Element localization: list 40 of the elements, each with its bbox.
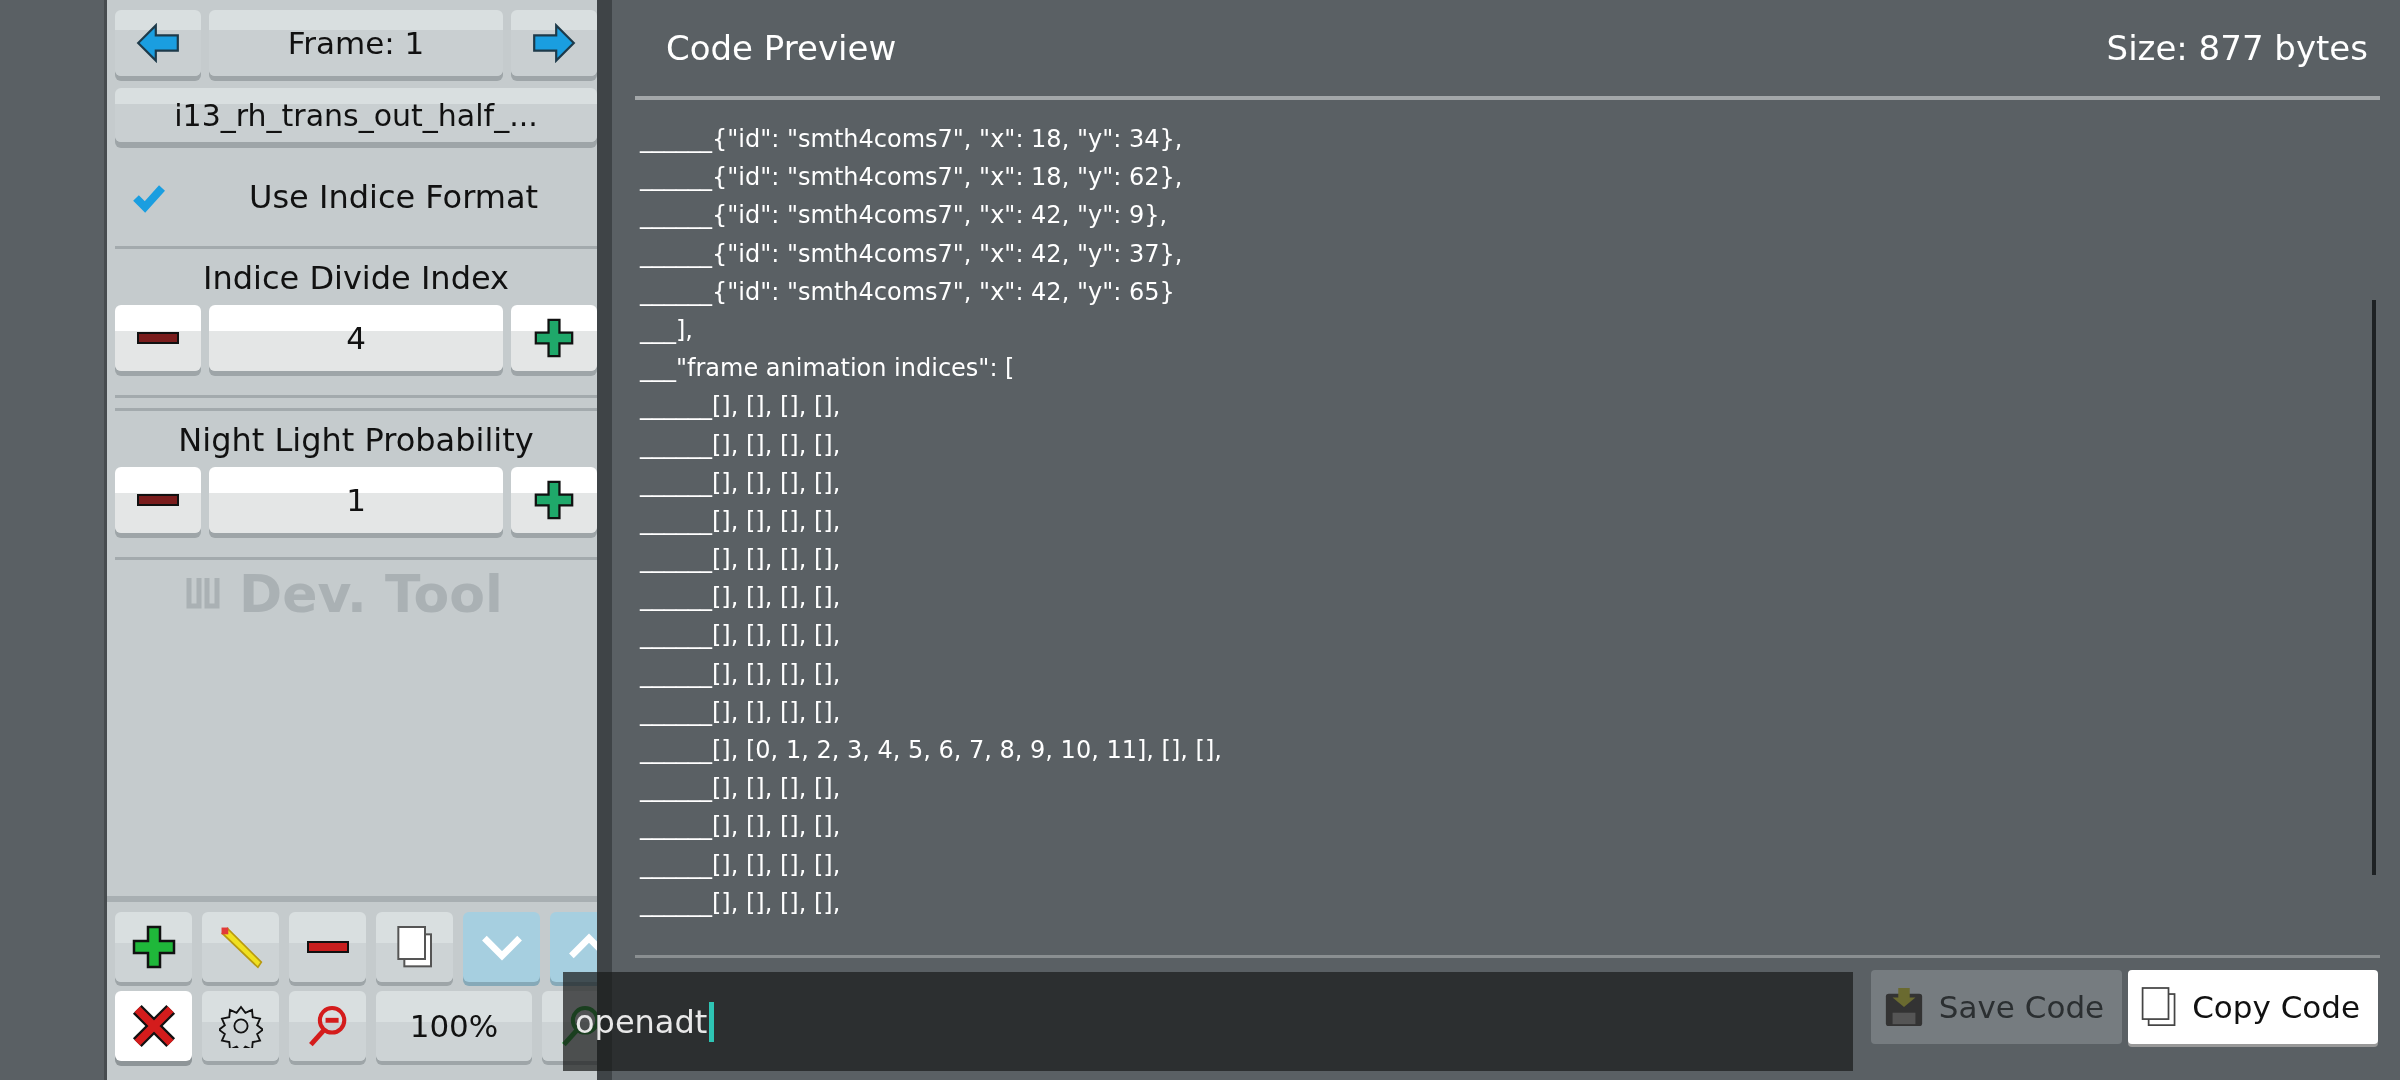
code-line: ______{"id": "smth4coms7", "x": 42, "y": 37}, [640, 238, 1184, 270]
plus-icon [534, 318, 574, 358]
copy-code-button[interactable]: Copy Code [2128, 970, 2378, 1044]
code-line: ______[], [0, 1, 2, 3, 4, 5, 6, 7, 8, 9, 10, 11], [], [], [640, 735, 1223, 766]
code-line: ___"frame animation indices": [ [640, 353, 1016, 385]
code-line: ______[], [], [], [], [640, 620, 842, 652]
code-line: ______{"id": "smth4coms7", "x": 18, "y": 62}, [640, 162, 1184, 194]
code-line: ______[], [], [], [], [640, 849, 842, 881]
code-line: ______[], [], [], [], [640, 544, 842, 576]
stepper-label: Indice Divide Index [202, 259, 510, 297]
scrollbar[interactable] [2372, 300, 2376, 875]
size-label: Size: 877 bytes [2106, 28, 2368, 68]
code-line: ______{"id": "smth4coms7", "x": 42, "y": 9}, [640, 200, 1169, 232]
code-line: ______[], [], [], [], [640, 887, 842, 919]
code-line: ______[], [], [], [], [640, 391, 842, 423]
code-line: ______[], [], [], [], [640, 696, 842, 728]
plus-icon [131, 925, 176, 969]
code-line: ______[], [], [], [], [640, 429, 842, 461]
code-line: ______[], [], [], [], [640, 582, 842, 614]
code-line: ______[], [], [], [], [640, 467, 842, 499]
close-icon [131, 1004, 176, 1048]
arrow-right-icon [532, 23, 576, 63]
code-line: ______[], [], [], [], [640, 658, 842, 690]
code-line: ______{"id": "smth4coms7", "x": 42, "y": 65} [640, 276, 1176, 308]
settings-icon [218, 1004, 263, 1048]
plus-icon [534, 480, 574, 520]
stepper-label: Night Light Probability [177, 421, 535, 459]
code-line: ______[], [], [], [], [640, 811, 842, 843]
code-line: ______{"id": "smth4coms7", "x": 18, "y": 34}, [640, 124, 1184, 155]
arrow-left-icon [136, 23, 180, 63]
minus-icon [136, 330, 180, 346]
panel-title: Code Preview [666, 28, 897, 68]
pencil-icon [218, 925, 263, 969]
minus-icon [136, 492, 180, 508]
code-line: ______[], [], [], [], [640, 505, 842, 537]
code-line: ___], [640, 314, 694, 346]
checkbox-label: Use Indice Format [249, 178, 539, 216]
code-line: ______[], [], [], [], [640, 773, 842, 805]
minus-icon [305, 939, 350, 955]
console-input-dialog[interactable]: openadt [563, 972, 1853, 1071]
